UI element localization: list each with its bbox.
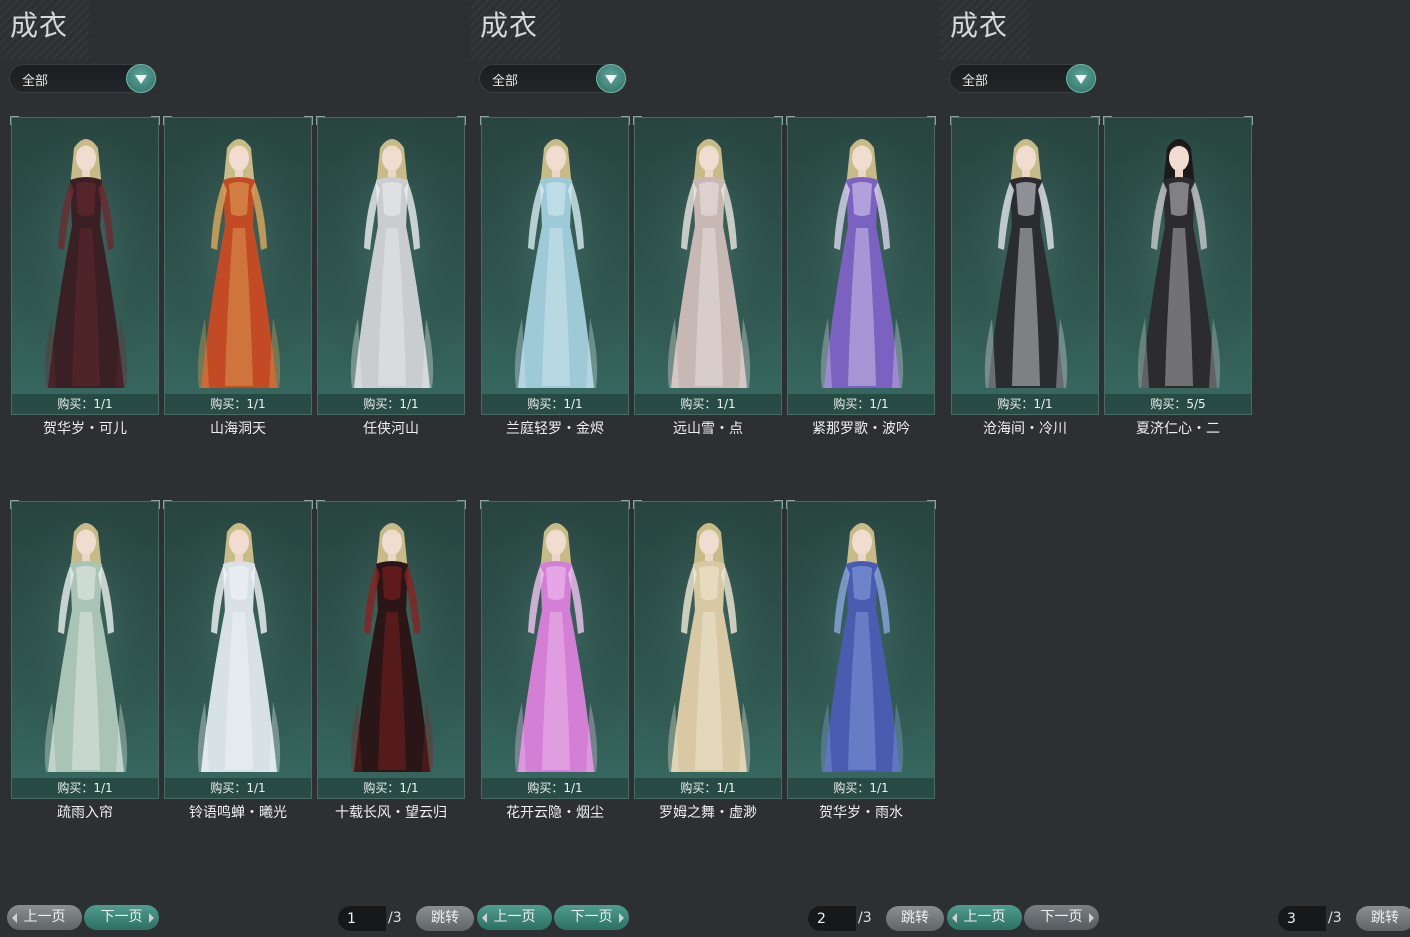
jump-button[interactable]: 跳转: [886, 906, 944, 931]
purchase-count: 购买：1/1: [482, 778, 628, 798]
outfit-figure: [165, 118, 313, 398]
category-filter-dropdown[interactable]: 全部: [949, 64, 1097, 93]
outfit-figure: [12, 118, 160, 398]
wardrobe-panel: 成衣 全部 购买：1/1: [940, 0, 1410, 937]
outfit-figure: [482, 502, 630, 782]
page-total: /3: [388, 910, 402, 926]
purchase-count: 购买：1/1: [318, 394, 464, 414]
outfit-name: 山海洞天: [210, 421, 266, 437]
next-page-button[interactable]: 下一页: [84, 905, 159, 930]
page-number-input[interactable]: [1278, 906, 1326, 931]
outfit-card[interactable]: 购买：5/5: [1103, 116, 1253, 415]
outfit-name: 贺华岁・可儿: [43, 421, 127, 437]
outfit-name: 十载长风・望云归: [335, 805, 447, 821]
outfit-figure: [635, 502, 783, 782]
category-filter-dropdown[interactable]: 全部: [9, 64, 157, 93]
category-filter-dropdown[interactable]: 全部: [479, 64, 627, 93]
outfit-card[interactable]: 购买：1/1: [633, 116, 783, 415]
outfit-figure: [952, 118, 1100, 398]
outfit-card[interactable]: 购买：1/1: [786, 500, 936, 799]
purchase-count: 购买：1/1: [482, 394, 628, 414]
filter-selected-value: 全部: [492, 74, 519, 89]
chevron-down-icon[interactable]: [596, 64, 626, 93]
outfit-name: 夏济仁心・二: [1136, 421, 1220, 437]
purchase-count: 购买：1/1: [165, 778, 311, 798]
prev-page-button[interactable]: 上一页: [7, 905, 82, 930]
page-total: /3: [1328, 910, 1342, 926]
page-number-input[interactable]: [338, 906, 386, 931]
panel-title: 成衣: [950, 9, 1009, 42]
outfit-card[interactable]: 购买：1/1: [163, 116, 313, 415]
outfit-figure: [12, 502, 160, 782]
page-jumper: /3 跳转: [1278, 905, 1410, 932]
purchase-count: 购买：5/5: [1105, 394, 1251, 414]
outfit-card[interactable]: 购买：1/1: [316, 116, 466, 415]
outfit-figure: [318, 118, 466, 398]
prev-page-button[interactable]: 上一页: [477, 905, 552, 930]
chevron-down-icon[interactable]: [126, 64, 156, 93]
outfit-card[interactable]: 购买：1/1: [10, 116, 160, 415]
purchase-count: 购买：1/1: [788, 778, 934, 798]
wardrobe-panel: 成衣 全部 购买：1/1: [470, 0, 944, 937]
outfit-name: 贺华岁・雨水: [819, 805, 903, 821]
page-jumper: /3 跳转: [808, 905, 944, 932]
page-jumper: /3 跳转: [338, 905, 474, 932]
purchase-count: 购买：1/1: [635, 394, 781, 414]
outfit-card[interactable]: 购买：1/1: [316, 500, 466, 799]
purchase-count: 购买：1/1: [952, 394, 1098, 414]
outfit-card[interactable]: 购买：1/1: [480, 116, 630, 415]
filter-selected-value: 全部: [22, 74, 49, 89]
outfit-figure: [318, 502, 466, 782]
wardrobe-panel: 成衣 全部 购买：1/1: [0, 0, 474, 937]
purchase-count: 购买：1/1: [318, 778, 464, 798]
outfit-figure: [482, 118, 630, 398]
outfit-name: 紧那罗歌・波吟: [812, 421, 910, 437]
panel-title: 成衣: [480, 9, 539, 42]
outfit-figure: [165, 502, 313, 782]
page-total: /3: [858, 910, 872, 926]
page-number-input[interactable]: [808, 906, 856, 931]
chevron-down-icon[interactable]: [1066, 64, 1096, 93]
outfit-card[interactable]: 购买：1/1: [950, 116, 1100, 415]
purchase-count: 购买：1/1: [635, 778, 781, 798]
outfit-card[interactable]: 购买：1/1: [633, 500, 783, 799]
outfit-figure: [635, 118, 783, 398]
outfit-card[interactable]: 购买：1/1: [10, 500, 160, 799]
outfit-name: 铃语鸣蝉・曦光: [189, 805, 287, 821]
outfit-figure: [788, 118, 936, 398]
filter-selected-value: 全部: [962, 74, 989, 89]
purchase-count: 购买：1/1: [165, 394, 311, 414]
outfit-name: 花开云隐・烟尘: [506, 805, 604, 821]
outfit-figure: [1105, 118, 1253, 398]
panel-title: 成衣: [10, 9, 69, 42]
purchase-count: 购买：1/1: [12, 394, 158, 414]
purchase-count: 购买：1/1: [788, 394, 934, 414]
jump-button[interactable]: 跳转: [1356, 906, 1410, 931]
outfit-name: 远山雪・点: [673, 421, 743, 437]
outfit-name: 沧海间・冷川: [983, 421, 1067, 437]
next-page-button[interactable]: 下一页: [1024, 905, 1099, 930]
outfit-card[interactable]: 购买：1/1: [786, 116, 936, 415]
jump-button[interactable]: 跳转: [416, 906, 474, 931]
next-page-button[interactable]: 下一页: [554, 905, 629, 930]
outfit-card[interactable]: 购买：1/1: [480, 500, 630, 799]
outfit-name: 疏雨入帘: [57, 805, 113, 821]
outfit-name: 兰庭轻罗・金烬: [506, 421, 604, 437]
outfit-figure: [788, 502, 936, 782]
outfit-name: 任侠河山: [363, 421, 419, 437]
purchase-count: 购买：1/1: [12, 778, 158, 798]
outfit-card[interactable]: 购买：1/1: [163, 500, 313, 799]
outfit-name: 罗姆之舞・虚渺: [659, 805, 757, 821]
prev-page-button[interactable]: 上一页: [947, 905, 1022, 930]
